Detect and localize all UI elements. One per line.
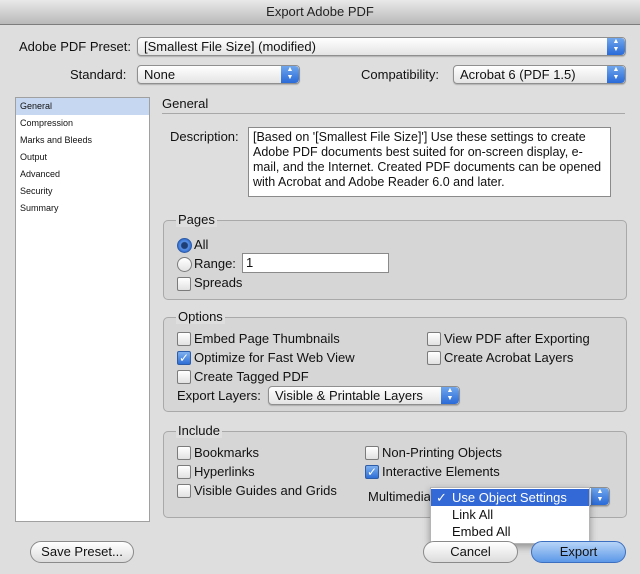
visible-guides-label: Visible Guides and Grids [194, 483, 337, 498]
preset-label: Adobe PDF Preset: [19, 39, 131, 54]
view-after-export-label: View PDF after Exporting [444, 331, 590, 346]
visible-guides-checkbox[interactable] [177, 484, 191, 498]
updown-arrows-icon: ▲ ▼ [441, 387, 459, 404]
sidebar-item-output[interactable]: Output [16, 149, 149, 166]
sidebar-item-marks-and-bleeds[interactable]: Marks and Bleeds [16, 132, 149, 149]
export-layers-dropdown[interactable]: Visible & Printable Layers ▲ ▼ [268, 386, 460, 405]
multimedia-menu: ✓ Use Object Settings Link All Embed All [430, 487, 590, 544]
sidebar-item-general[interactable]: General [16, 98, 149, 115]
section-title: General [162, 96, 209, 111]
compatibility-value: Acrobat 6 (PDF 1.5) [460, 67, 576, 82]
interactive-elements-checkbox[interactable]: ✓ [365, 465, 379, 479]
optimize-web-label: Optimize for Fast Web View [194, 350, 355, 365]
sidebar-item-compression[interactable]: Compression [16, 115, 149, 132]
compatibility-label: Compatibility: [361, 67, 440, 82]
options-group: Options Embed Page Thumbnails ✓ Optimize… [163, 309, 627, 412]
menu-item-label: Use Object Settings [452, 490, 567, 505]
sidebar-item-advanced[interactable]: Advanced [16, 166, 149, 183]
acrobat-layers-checkbox[interactable] [427, 351, 441, 365]
cancel-button[interactable]: Cancel [423, 541, 518, 563]
updown-arrows-icon: ▲ ▼ [607, 38, 625, 55]
pages-range-input[interactable]: 1 [242, 253, 389, 273]
pages-all-radio[interactable] [177, 238, 192, 253]
pages-range-label: Range: [194, 256, 236, 271]
spreads-checkbox[interactable] [177, 277, 191, 291]
updown-arrows-icon: ▲ ▼ [281, 66, 299, 83]
include-group-title: Include [176, 423, 222, 438]
non-printing-checkbox[interactable] [365, 446, 379, 460]
standard-value: None [144, 67, 176, 82]
checkmark-icon: ✓ [366, 465, 378, 479]
description-label: Description: [170, 129, 239, 144]
checkmark-icon: ✓ [436, 490, 447, 505]
hyperlinks-checkbox[interactable] [177, 465, 191, 479]
bookmarks-checkbox[interactable] [177, 446, 191, 460]
view-after-export-checkbox[interactable] [427, 332, 441, 346]
preset-value: [Smallest File Size] (modified) [144, 39, 316, 54]
save-preset-button[interactable]: Save Preset... [30, 541, 134, 563]
spreads-label: Spreads [194, 275, 243, 290]
menu-item-link-all[interactable]: Link All [431, 506, 589, 523]
export-layers-value: Visible & Printable Layers [275, 388, 423, 403]
updown-arrows-icon: ▲ ▼ [607, 66, 625, 83]
sidebar-item-security[interactable]: Security [16, 183, 149, 200]
tagged-pdf-checkbox[interactable] [177, 370, 191, 384]
standard-dropdown[interactable]: None ▲ ▼ [137, 65, 300, 84]
options-group-title: Options [176, 309, 225, 324]
tagged-pdf-label: Create Tagged PDF [194, 369, 309, 384]
pages-range-radio[interactable] [177, 257, 192, 272]
standard-label: Standard: [70, 67, 127, 82]
pages-group: Pages All Range: 1 Spreads [163, 212, 627, 300]
embed-thumbnails-checkbox[interactable] [177, 332, 191, 346]
section-divider [162, 113, 625, 114]
bookmarks-label: Bookmarks [194, 445, 260, 460]
hyperlinks-label: Hyperlinks [194, 464, 255, 479]
non-printing-label: Non-Printing Objects [382, 445, 502, 460]
multimedia-label: Multimedia: [368, 489, 430, 504]
optimize-web-checkbox[interactable]: ✓ [177, 351, 191, 365]
pages-all-label: All [194, 237, 209, 252]
embed-thumbnails-label: Embed Page Thumbnails [194, 331, 340, 346]
pages-group-title: Pages [176, 212, 217, 227]
description-text: [Based on '[Smallest File Size]'] Use th… [248, 127, 611, 197]
acrobat-layers-label: Create Acrobat Layers [444, 350, 574, 365]
menu-item-use-object-settings[interactable]: ✓ Use Object Settings [431, 489, 589, 506]
export-button[interactable]: Export [531, 541, 626, 563]
checkmark-icon: ✓ [178, 351, 190, 365]
menu-item-label: Link All [452, 507, 494, 522]
menu-item-label: Embed All [452, 524, 511, 539]
preset-dropdown[interactable]: [Smallest File Size] (modified) ▲ ▼ [137, 37, 626, 56]
export-layers-label: Export Layers: [177, 388, 261, 403]
sidebar-item-summary[interactable]: Summary [16, 200, 149, 217]
compatibility-dropdown[interactable]: Acrobat 6 (PDF 1.5) ▲ ▼ [453, 65, 626, 84]
menu-item-embed-all[interactable]: Embed All [431, 523, 589, 540]
category-sidebar: General Compression Marks and Bleeds Out… [15, 97, 150, 522]
interactive-elements-label: Interactive Elements [382, 464, 500, 479]
updown-arrows-icon: ▲ ▼ [591, 488, 609, 505]
window-title: Export Adobe PDF [0, 0, 640, 25]
